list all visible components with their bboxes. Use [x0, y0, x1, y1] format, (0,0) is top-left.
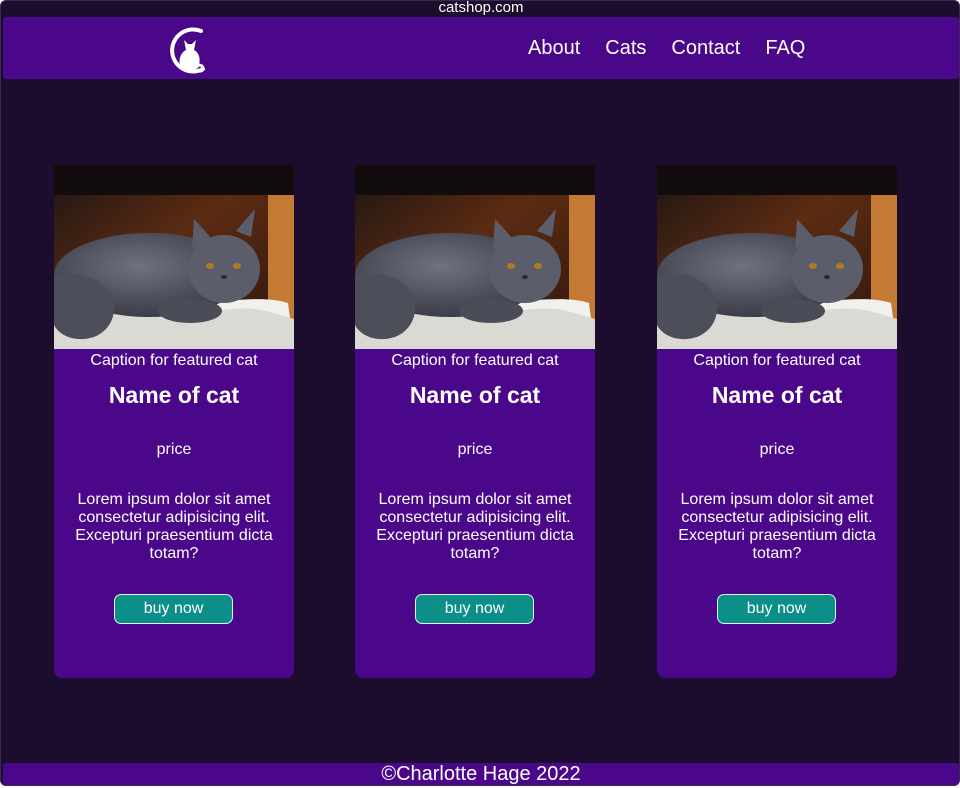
cat-name: Name of cat — [711, 382, 843, 408]
footer: ©Charlotte Hage 2022 — [3, 763, 959, 785]
page-frame: catshop.com About Cats Contact FAQ Capti… — [0, 0, 960, 786]
cat-card-1: Caption for featured cat Name of cat pri… — [54, 165, 294, 678]
nav-links: About Cats Contact FAQ — [528, 37, 830, 59]
cat-photo — [657, 165, 897, 349]
card-caption: Caption for featured cat — [90, 352, 258, 369]
cat-description: Lorem ipsum dolor sit amet consectetur a… — [75, 491, 273, 562]
card-caption: Caption for featured cat — [391, 352, 559, 369]
nav-link-faq[interactable]: FAQ — [765, 37, 805, 59]
cat-price: price — [457, 441, 493, 458]
buy-now-button[interactable]: buy now — [415, 594, 534, 624]
cat-description: Lorem ipsum dolor sit amet consectetur a… — [376, 491, 574, 562]
cat-name: Name of cat — [108, 382, 240, 408]
buy-now-button[interactable]: buy now — [114, 594, 233, 624]
card-caption: Caption for featured cat — [693, 352, 861, 369]
cat-price: price — [156, 441, 192, 458]
buy-now-button[interactable]: buy now — [717, 594, 836, 624]
cat-description: Lorem ipsum dolor sit amet consectetur a… — [678, 491, 876, 562]
cat-logo-icon[interactable] — [165, 21, 213, 75]
nav-link-cats[interactable]: Cats — [605, 37, 646, 59]
cat-photo — [355, 165, 595, 349]
cat-name: Name of cat — [409, 382, 541, 408]
navbar: About Cats Contact FAQ — [3, 17, 959, 79]
nav-link-about[interactable]: About — [528, 37, 580, 59]
cat-photo — [54, 165, 294, 349]
nav-link-contact[interactable]: Contact — [671, 37, 740, 59]
cat-card-3: Caption for featured cat Name of cat pri… — [657, 165, 897, 678]
cat-card-2: Caption for featured cat Name of cat pri… — [355, 165, 595, 678]
site-url: catshop.com — [438, 0, 524, 16]
cat-price: price — [759, 441, 795, 458]
